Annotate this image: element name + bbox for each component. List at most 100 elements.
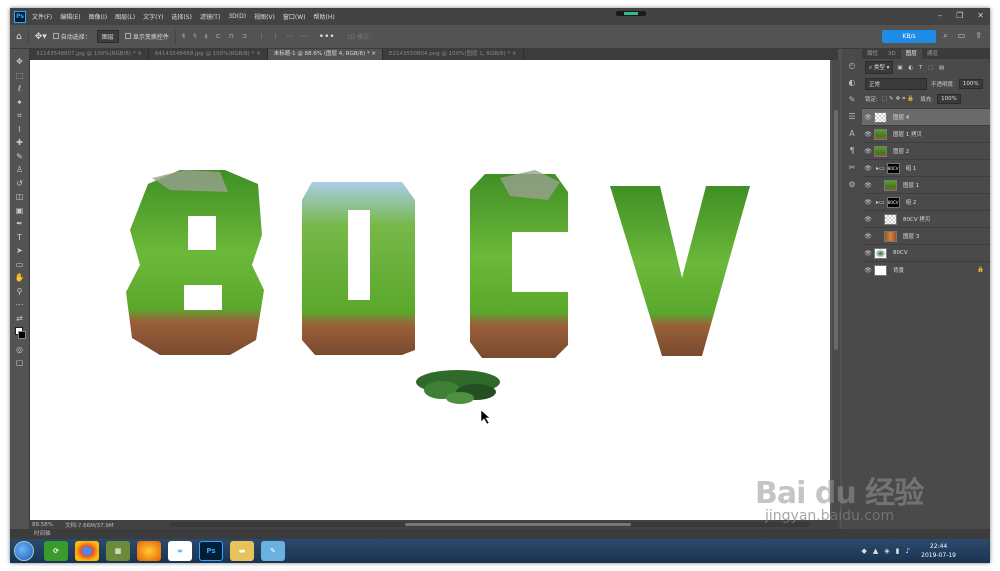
taskbar-chrome-icon[interactable]: [75, 541, 99, 561]
vertical-scrollbar[interactable]: [832, 60, 840, 529]
menu-3d[interactable]: 3D(D): [228, 13, 246, 20]
marquee-tool-icon[interactable]: ⬚: [15, 71, 25, 81]
taskbar-explorer-icon[interactable]: ▬: [230, 541, 254, 561]
layer-row[interactable]: 👁 图层 3: [862, 227, 990, 244]
layer-row[interactable]: 👁 ▸▭ 80CV 组 1: [862, 159, 990, 176]
layer-kind-filter[interactable]: ⌕ 类型 ▾: [865, 61, 894, 74]
screen-mode-icon[interactable]: ▢: [15, 358, 25, 368]
eraser-icon[interactable]: ◫: [15, 192, 25, 202]
tab-layers[interactable]: 图层: [900, 49, 922, 59]
menu-image[interactable]: 图像(I): [89, 12, 107, 21]
stamp-tool-icon[interactable]: ♙: [15, 165, 25, 175]
layer-row[interactable]: 👁 80CV: [862, 244, 990, 261]
healing-brush-icon[interactable]: ✚: [15, 138, 25, 148]
lasso-tool-icon[interactable]: ℓ: [15, 84, 25, 94]
visibility-eye-icon[interactable]: 👁: [862, 148, 874, 155]
tab-doc-2[interactable]: 64143548458.jpg @ 100%(RGB/8) * ✕: [149, 49, 268, 60]
move-tool-icon[interactable]: ✥▾: [35, 32, 47, 42]
quick-mask-icon[interactable]: ◎: [15, 345, 25, 355]
more-icon[interactable]: •••: [319, 32, 335, 42]
workspace-icon[interactable]: ▭: [958, 31, 966, 41]
doc-size[interactable]: 文档:7.66M/37.9M: [65, 521, 114, 529]
tab-doc-4[interactable]: E2143550804.png @ 100%(图层 1, RGB/8) * ✕: [383, 49, 524, 60]
layer-select-dropdown[interactable]: 图层: [96, 30, 119, 43]
share-icon[interactable]: ⇪: [975, 31, 982, 41]
visibility-eye-icon[interactable]: 👁: [862, 114, 874, 121]
history-icon[interactable]: ◴: [849, 61, 856, 70]
taskbar-photoshop-icon[interactable]: Ps: [199, 541, 223, 561]
distribute-icon-4[interactable]: ⋯: [301, 33, 307, 40]
taskbar-paint-icon[interactable]: ✎: [261, 541, 285, 561]
path-select-icon[interactable]: ➤: [15, 246, 25, 256]
align-top-icon[interactable]: ⫪: [182, 33, 185, 41]
character-icon[interactable]: A: [849, 129, 854, 138]
zoom-tool-icon[interactable]: ⚲: [15, 287, 25, 297]
autoselect-checkbox[interactable]: 自动选择：: [52, 32, 91, 41]
tab-doc-3[interactable]: 未标题-1 @ 88.6% (图层 4, RGB/8) * ✕: [267, 49, 383, 60]
tab-channels[interactable]: 通道: [922, 49, 943, 59]
lock-icons[interactable]: ⬚✎✥⌗🔒: [882, 96, 916, 103]
shape-tool-icon[interactable]: ▭: [15, 260, 25, 270]
menu-layer[interactable]: 图层(L): [115, 12, 135, 21]
visibility-eye-icon[interactable]: 👁: [862, 250, 874, 257]
taskbar-360-icon[interactable]: ⟳: [44, 541, 68, 561]
align-center-icon[interactable]: ⊓: [229, 33, 234, 41]
document-canvas[interactable]: [30, 60, 830, 529]
maximize-icon[interactable]: ❐: [956, 11, 963, 20]
history-brush-icon[interactable]: ↺: [15, 179, 25, 189]
color-swatches[interactable]: [14, 327, 26, 341]
align-left-icon[interactable]: ⊏: [216, 33, 221, 41]
eyedropper-icon[interactable]: ⌇: [15, 125, 25, 135]
paragraph-icon[interactable]: ¶: [849, 146, 854, 155]
brush-settings-icon[interactable]: ✎: [849, 95, 856, 104]
visibility-eye-icon[interactable]: 👁: [862, 165, 874, 172]
home-icon[interactable]: ⌂: [16, 32, 22, 42]
menu-file[interactable]: 文件(F): [32, 12, 52, 21]
layer-row[interactable]: 👁 背景 🔒: [862, 261, 990, 278]
visibility-eye-icon[interactable]: 👁: [862, 267, 874, 274]
visibility-eye-icon[interactable]: 👁: [862, 131, 874, 138]
type-tool-icon[interactable]: T: [15, 233, 25, 243]
horizontal-scrollbar[interactable]: [170, 522, 810, 527]
menu-edit[interactable]: 编辑(E): [60, 12, 80, 21]
zoom-level[interactable]: 88.58%: [32, 522, 53, 528]
tab-properties[interactable]: 属性: [862, 49, 883, 59]
taskbar-firefox-icon[interactable]: [137, 541, 161, 561]
distribute-icon-3[interactable]: ⋯: [287, 33, 293, 40]
minimize-icon[interactable]: –: [938, 11, 942, 20]
fill-input[interactable]: 100%: [937, 94, 961, 104]
menu-filter[interactable]: 滤镜(T): [200, 12, 220, 21]
search-icon[interactable]: ⌕: [943, 31, 947, 41]
align-middle-icon[interactable]: ⫩: [193, 33, 196, 41]
menu-window[interactable]: 窗口(W): [283, 12, 306, 21]
libraries-icon[interactable]: ⚙: [848, 180, 855, 189]
distribute-icon[interactable]: ⋮: [259, 33, 265, 40]
crop-tool-icon[interactable]: ⌗: [15, 111, 25, 121]
brush-tool-icon[interactable]: ✎: [15, 152, 25, 162]
layer-row[interactable]: 👁 图层 1 拷贝: [862, 125, 990, 142]
visibility-eye-icon[interactable]: 👁: [862, 216, 874, 223]
visibility-eye-icon[interactable]: 👁: [862, 182, 874, 189]
close-icon[interactable]: ✕: [977, 11, 984, 20]
swap-colors-icon[interactable]: ⇄: [15, 314, 25, 324]
filter-icons[interactable]: ▣ ◐ T ⬚ ▤: [897, 65, 946, 71]
pen-tool-icon[interactable]: ✒: [15, 219, 25, 229]
adjustments-icon[interactable]: ◐: [849, 78, 856, 87]
gradient-tool-icon[interactable]: ▣: [15, 206, 25, 216]
menu-select[interactable]: 选择(S): [171, 12, 192, 21]
taskbar-app-icon[interactable]: ▦: [106, 541, 130, 561]
layer-row[interactable]: 👁 图层 1: [862, 176, 990, 193]
menu-type[interactable]: 文字(Y): [143, 12, 163, 21]
visibility-eye-icon[interactable]: 👁: [862, 233, 874, 240]
layer-row[interactable]: 👁 80CV 拷贝: [862, 210, 990, 227]
start-button[interactable]: [14, 541, 34, 561]
tools-preset-icon[interactable]: ✂: [849, 163, 856, 172]
menu-help[interactable]: 帮助(H): [314, 12, 335, 21]
move-tool-icon[interactable]: ✥: [15, 57, 25, 67]
tab-3d[interactable]: 3D: [883, 49, 901, 59]
taskbar-baidu-netdisk-icon[interactable]: ∞: [168, 541, 192, 561]
hand-tool-icon[interactable]: ✋: [15, 273, 25, 283]
tab-doc-1[interactable]: 31143548807.jpg @ 100%(RGB/8) * ✕: [30, 49, 149, 60]
opacity-input[interactable]: 100%: [958, 79, 983, 89]
layer-row[interactable]: 👁 图层 4: [862, 108, 990, 125]
